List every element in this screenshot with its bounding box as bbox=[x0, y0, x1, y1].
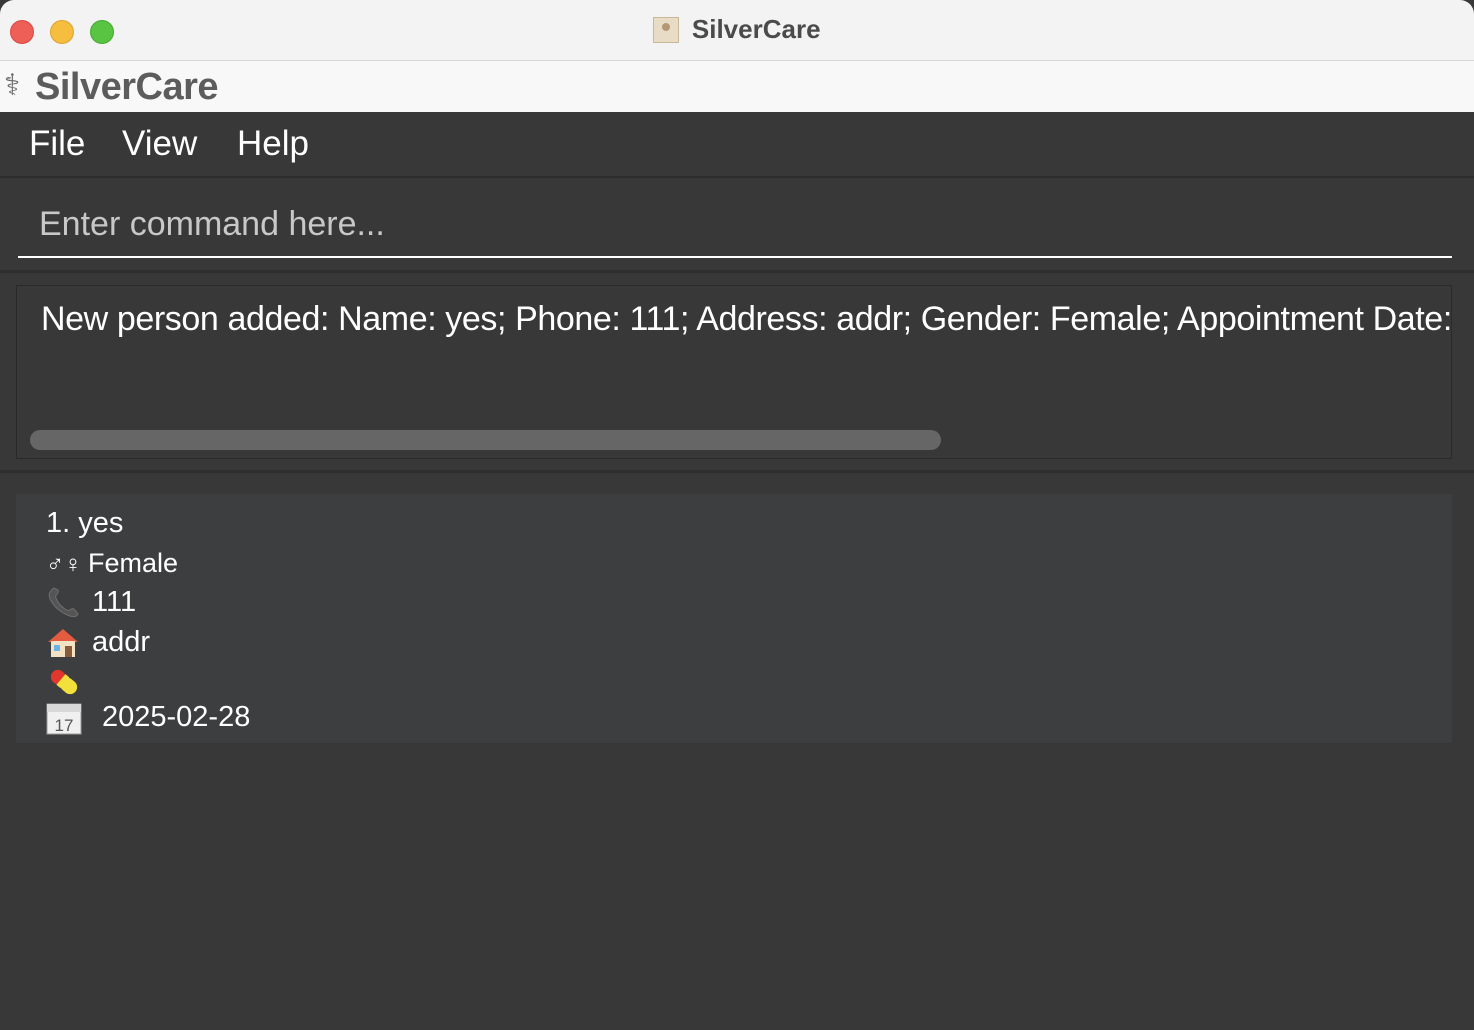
house-icon bbox=[46, 627, 80, 659]
person-phone-row: 111 bbox=[46, 585, 136, 619]
person-index: 1. bbox=[46, 507, 71, 539]
app-header: ⚕ SilverCare bbox=[0, 61, 1474, 112]
gender-icon: ♂♀ bbox=[46, 550, 82, 578]
person-address: addr bbox=[92, 626, 151, 658]
contacts-app-icon bbox=[653, 16, 680, 43]
person-phone: 111 bbox=[92, 586, 137, 618]
menu-bar: File View Help bbox=[0, 112, 1474, 178]
app-name: SilverCare bbox=[35, 66, 219, 108]
window-title-group: SilverCare bbox=[0, 14, 1474, 48]
calendar-icon: 17 bbox=[46, 701, 82, 735]
person-card[interactable]: 1. yes ♂♀ Female 111 addr 17 2025-02-28 bbox=[16, 494, 1452, 743]
person-gender-row: ♂♀ Female bbox=[46, 546, 178, 582]
divider bbox=[0, 470, 1474, 473]
result-message: New person added: Name: yes; Phone: 111;… bbox=[41, 300, 1452, 338]
person-name: yes bbox=[78, 507, 124, 539]
person-list[interactable]: 1. yes ♂♀ Female 111 addr 17 2025-02-28 bbox=[0, 474, 1474, 1030]
person-address-row: addr bbox=[46, 625, 150, 659]
menu-view[interactable]: View bbox=[122, 124, 197, 164]
telephone-receiver-icon bbox=[46, 587, 82, 619]
command-box bbox=[0, 178, 1474, 270]
menu-help[interactable]: Help bbox=[237, 124, 309, 164]
window-title: SilverCare bbox=[691, 14, 821, 44]
horizontal-scrollbar[interactable] bbox=[30, 430, 941, 450]
divider bbox=[0, 270, 1474, 273]
result-display[interactable]: New person added: Name: yes; Phone: 111;… bbox=[16, 285, 1452, 459]
caduceus-icon: ⚕ bbox=[4, 69, 21, 102]
app-window: SilverCare ⚕ SilverCare File View Help N… bbox=[0, 0, 1474, 1030]
title-bar[interactable]: SilverCare bbox=[0, 0, 1474, 61]
person-date-row: 17 2025-02-28 bbox=[46, 700, 250, 735]
person-medication-row bbox=[46, 664, 82, 700]
svg-text:17: 17 bbox=[55, 716, 74, 735]
pill-icon bbox=[46, 664, 82, 700]
person-gender: Female bbox=[88, 548, 179, 578]
menu-file[interactable]: File bbox=[29, 124, 85, 164]
person-name-row: 1. yes bbox=[46, 506, 123, 540]
person-appointment-date: 2025-02-28 bbox=[102, 701, 251, 733]
command-input[interactable] bbox=[18, 192, 1452, 258]
